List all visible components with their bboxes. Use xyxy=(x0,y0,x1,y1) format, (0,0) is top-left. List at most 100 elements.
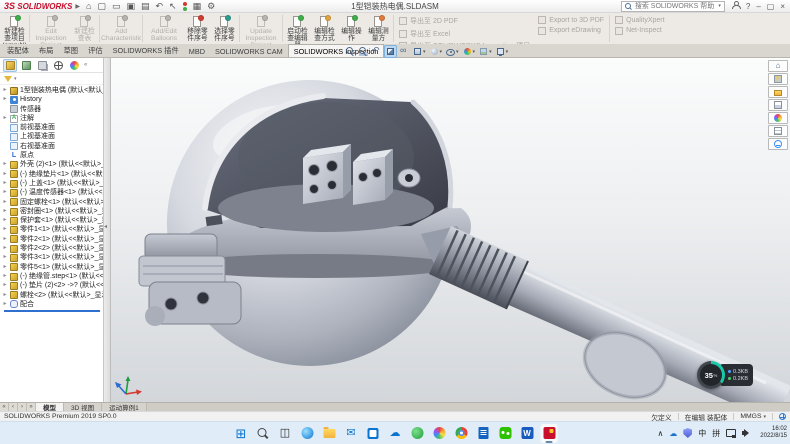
expand-arrow[interactable]: ▸ xyxy=(2,253,8,262)
tab-nav-first-button[interactable]: « xyxy=(0,403,9,411)
taskbar-store-button[interactable] xyxy=(365,424,382,443)
hide-show-items-button[interactable]: ▾ xyxy=(445,45,460,58)
taskbar-word-button[interactable]: W xyxy=(519,424,536,443)
qat-new-button[interactable]: ▢ xyxy=(97,2,106,11)
edit-measurement-button[interactable]: 编辑测量方 xyxy=(365,13,392,44)
taskbar-task-view-button[interactable]: ◫ xyxy=(277,424,294,443)
taskbar-app-green-button[interactable] xyxy=(409,424,426,443)
task-pane-tab-appearances[interactable] xyxy=(768,112,788,124)
tree-item[interactable]: ▸配合 xyxy=(2,300,103,309)
expand-arrow[interactable]: ▸ xyxy=(2,281,8,290)
dropdown-caret[interactable]: ▾ xyxy=(473,49,476,55)
ribbon-tab-mbd[interactable]: MBD xyxy=(184,45,210,57)
zoom-to-fit-button[interactable] xyxy=(345,45,356,58)
taskbar-solidworks-button[interactable] xyxy=(541,424,558,443)
taskbar-start-button[interactable]: ⊞ xyxy=(233,424,250,443)
help-search-box[interactable]: 搜索 SOLIDWORKS 帮助 ▾ xyxy=(621,1,725,12)
tree-item[interactable]: ▸零件3<1> (默认<<默认>_显示状态 xyxy=(2,253,103,262)
tab-nav-last-button[interactable]: » xyxy=(27,403,36,411)
tree-item[interactable]: ▸A注解 xyxy=(2,114,103,123)
task-pane-tab-view-palette[interactable] xyxy=(768,99,788,111)
expand-arrow[interactable]: ▸ xyxy=(2,244,8,253)
close-button[interactable]: × xyxy=(780,2,785,11)
tree-item[interactable]: ▸零件2<2> (默认<<默认>_显示状态 xyxy=(2,244,103,253)
tray-ime-mode-button[interactable]: 中 xyxy=(698,428,706,439)
ribbon-tab-评估[interactable]: 评估 xyxy=(83,44,108,57)
taskbar-wechat-button[interactable] xyxy=(497,424,514,443)
expand-arrow[interactable]: ▸ xyxy=(2,188,8,197)
taskbar-mail-button[interactable]: ✉ xyxy=(343,424,360,443)
task-pane-tab-forum[interactable] xyxy=(768,138,788,150)
web-help-globe-icon[interactable] xyxy=(779,413,786,420)
tree-item[interactable]: ▸外壳 (2)<1> (默认<<默认>_显示状 xyxy=(2,160,103,169)
tree-item[interactable]: 前视基准面 xyxy=(2,123,103,132)
taskbar-photos-button[interactable] xyxy=(431,424,448,443)
tree-item[interactable]: ▸保护套<1> (默认<<默认>_显示状 xyxy=(2,216,103,225)
tree-item[interactable]: ▸零件5<1> (默认<<默认>_显示状态 xyxy=(2,263,103,272)
expand-arrow[interactable]: ▸ xyxy=(2,86,8,95)
panel-splitter[interactable] xyxy=(104,58,111,402)
tray-security-shield-button[interactable] xyxy=(683,428,692,438)
task-pane-tab-custom-properties[interactable] xyxy=(768,125,788,137)
qat-rebuild-button[interactable] xyxy=(183,2,187,11)
expand-arrow[interactable]: ▸ xyxy=(2,216,8,225)
tree-item[interactable]: ▸(-) 垫片 (2)<2> ->? (默认<<默认> xyxy=(2,281,103,290)
document-tab-运动算例1[interactable]: 运动算例1 xyxy=(102,403,147,411)
tree-item[interactable]: 上视基准面 xyxy=(2,132,103,141)
units-caret[interactable]: ▾ xyxy=(763,414,766,420)
tab-nav-previous-button[interactable]: ‹ xyxy=(9,403,18,411)
expand-arrow[interactable]: ▸ xyxy=(2,95,8,104)
tray-onedrive-button[interactable]: ☁ xyxy=(669,429,677,438)
expand-arrow[interactable]: ▸ xyxy=(2,179,8,188)
status-item-3[interactable]: MMGS▾ xyxy=(740,413,766,420)
taskbar-onedrive-button[interactable]: ☁ xyxy=(387,424,404,443)
expand-arrow[interactable]: ▸ xyxy=(2,263,8,272)
model-terminal-block-1[interactable] xyxy=(303,144,351,204)
task-pane-tab-home[interactable] xyxy=(768,60,788,72)
new-inspection-project-button[interactable]: 新建检查项目 (amp;N) xyxy=(1,13,28,44)
user-button[interactable] xyxy=(732,1,740,11)
expand-arrow[interactable]: ▸ xyxy=(2,300,8,309)
tree-item[interactable]: ▸History xyxy=(2,95,103,104)
help-button[interactable]: ? xyxy=(746,2,750,11)
apply-scene-button[interactable]: ▾ xyxy=(478,45,493,58)
tree-item[interactable]: ▸密封圈<1> (默认<<默认>_显示状 xyxy=(2,207,103,216)
previous-view-button[interactable] xyxy=(371,45,382,58)
tree-item[interactable]: ▸(-) 上盖<1> (默认<<默认>_显示状 xyxy=(2,179,103,188)
tree-item[interactable]: ▸(-) 绝缘管.step<1> (默认<<默认> xyxy=(2,272,103,281)
tray-volume-button[interactable] xyxy=(742,429,752,438)
taskbar-search-button[interactable] xyxy=(255,424,272,443)
expand-arrow[interactable]: ▸ xyxy=(2,235,8,244)
filter-caret[interactable]: ▾ xyxy=(14,76,17,82)
qat-undo-button[interactable]: ↶ xyxy=(155,2,163,11)
minimize-button[interactable]: – xyxy=(756,2,760,11)
ribbon-tab-布局[interactable]: 布局 xyxy=(34,44,59,57)
tree-root-item[interactable]: ▸1型铠装热电偶 (默认<默认_显示状态-1 xyxy=(2,86,103,95)
edit-inspection-method-button[interactable]: 编辑检查方式 xyxy=(311,13,338,44)
tray-chevron-button[interactable]: ∧ xyxy=(657,429,663,438)
qat-open-button[interactable]: ▭ xyxy=(112,2,121,11)
tree-item[interactable]: ▸(-) 温度传感器<1> (默认<<默认>_ xyxy=(2,188,103,197)
panel-tabs-overflow[interactable]: « xyxy=(84,62,87,68)
graphics-viewport[interactable]: 35% 0.3KB0.2KB xyxy=(111,58,790,402)
zoom-to-area-button[interactable] xyxy=(358,45,369,58)
ribbon-tab-装配体[interactable]: 装配体 xyxy=(2,44,34,57)
tree-item[interactable]: ▸零件1<1> (默认<<默认>_显示状态 xyxy=(2,225,103,234)
tray-cast-button[interactable] xyxy=(726,429,736,437)
task-pane-tab-file-explorer[interactable] xyxy=(768,86,788,98)
expand-arrow[interactable]: ▸ xyxy=(2,207,8,216)
expand-arrow[interactable]: ▸ xyxy=(2,225,8,234)
expand-arrow[interactable]: ▸ xyxy=(2,114,8,123)
tree-item[interactable]: L原点 xyxy=(2,151,103,160)
taskbar-chrome-button[interactable] xyxy=(453,424,470,443)
panel-tab-dimxpert-manager[interactable] xyxy=(51,59,65,72)
clock[interactable]: 16:022022/8/15 xyxy=(758,426,787,440)
dynamic-annotation-views-button[interactable] xyxy=(399,45,410,58)
taskbar-file-explorer-button[interactable] xyxy=(321,424,338,443)
dropdown-caret[interactable]: ▾ xyxy=(423,49,426,55)
panel-tab-display-manager[interactable] xyxy=(67,59,81,72)
qat-save-button[interactable]: ▣ xyxy=(126,2,135,11)
tree-item[interactable]: ▸固定螺栓<1> (默认<<默认>_显示 xyxy=(2,198,103,207)
task-pane-tab-design-library[interactable] xyxy=(768,73,788,85)
display-style-button[interactable]: ▾ xyxy=(429,45,444,58)
